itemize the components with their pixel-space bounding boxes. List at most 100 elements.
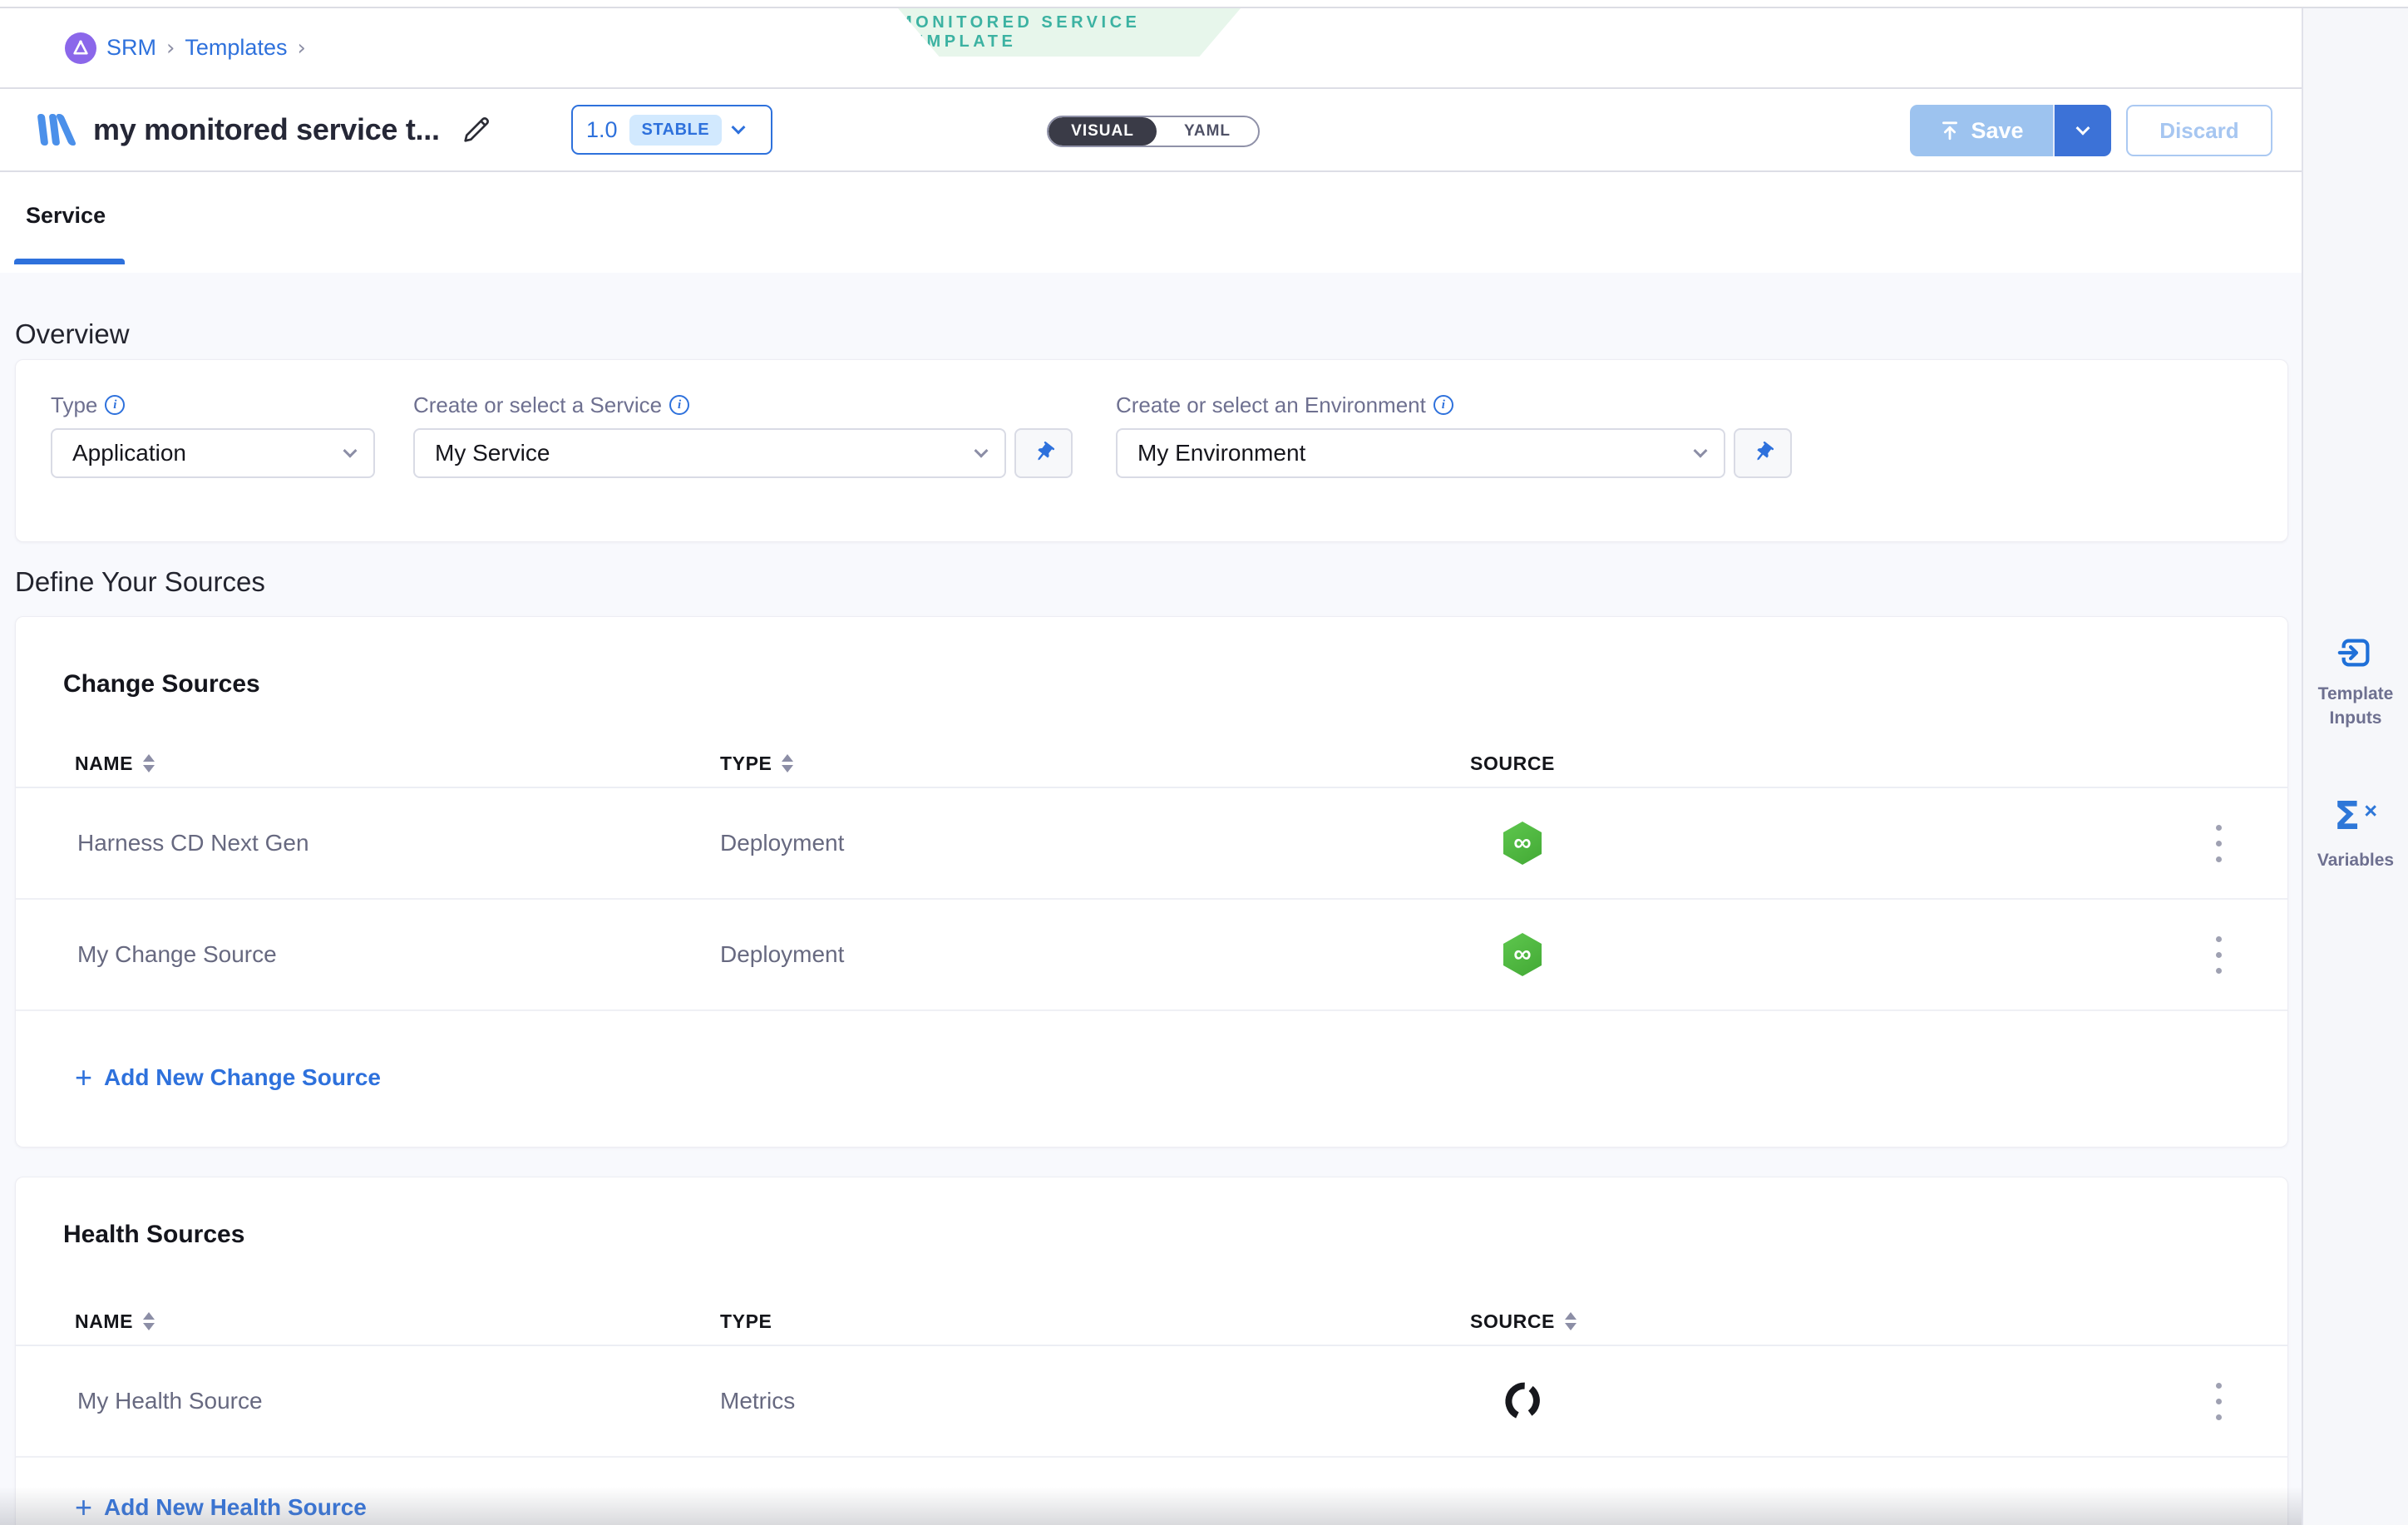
chevron-down-icon [732,121,746,135]
discard-button[interactable]: Discard [2126,105,2272,156]
change-source-row[interactable]: Harness CD Next Gen Deployment ∞ [16,788,2287,900]
chevron-right-icon: › [297,36,305,61]
info-icon[interactable] [105,395,125,415]
save-split-button: Save [1910,105,2111,156]
change-source-type: Deployment [720,941,1470,968]
change-sources-card: Change Sources NAME TYPE SOURCE [15,616,2288,1147]
info-icon[interactable] [1433,395,1453,415]
pin-service-button[interactable] [1014,428,1073,478]
environment-select[interactable]: My Environment [1116,428,1725,478]
appdynamics-icon [1499,1377,1547,1425]
type-select[interactable]: Application [51,428,375,478]
tab-service[interactable]: Service [26,203,106,229]
template-inputs-button[interactable]: Template Inputs [2303,634,2408,730]
sort-icon [782,754,793,772]
health-sources-table-header: NAME TYPE SOURCE [16,1298,2287,1346]
template-editor-page: SRM › Templates › MONITORED SERVICE TEMP… [0,0,2408,1525]
add-change-source-button[interactable]: + Add New Change Source [16,1011,2287,1144]
change-source-name: My Change Source [75,941,720,968]
environment-label-row: Create or select an Environment [1116,392,1792,418]
change-source-row[interactable]: My Change Source Deployment ∞ [16,900,2287,1011]
service-label: Create or select a Service [413,392,662,418]
visual-yaml-toggle: VISUAL YAML [1047,116,1260,147]
chevron-down-icon [1694,444,1708,458]
service-field: Create or select a Service My Service [413,360,1073,478]
badge-label: MONITORED SERVICE TEMPLATE [898,13,1241,52]
variables-icon: Σ × [2332,797,2379,838]
template-inputs-icon [2336,634,2375,672]
template-icon [38,113,78,146]
right-utility-sidebar: Template Inputs Σ × Variables [2302,8,2408,1525]
overview-heading: Overview [15,316,2302,353]
column-header-type: TYPE [720,1310,1470,1333]
type-label: Type [51,392,97,418]
edit-title-button[interactable] [460,113,493,146]
monitored-service-template-badge: MONITORED SERVICE TEMPLATE [898,8,1241,57]
sort-icon [143,1312,155,1330]
change-source-name: Harness CD Next Gen [75,830,720,856]
pencil-icon [461,114,492,146]
sort-icon [1565,1312,1577,1330]
save-label: Save [1971,118,2023,144]
change-sources-table-header: NAME TYPE SOURCE [16,740,2287,788]
add-health-source-button[interactable]: + Add New Health Source [16,1458,2287,1525]
variables-label: Variables [2310,848,2401,872]
service-label-row: Create or select a Service [413,392,1073,418]
chevron-down-icon [975,444,989,458]
service-select[interactable]: My Service [413,428,1006,478]
active-tab-indicator [14,259,125,264]
chevron-right-icon: › [166,36,175,61]
toggle-visual[interactable]: VISUAL [1049,117,1157,146]
column-header-source: SOURCE [1470,753,2183,775]
page-title: my monitored service t... [93,112,440,147]
toggle-yaml[interactable]: YAML [1157,117,1258,146]
version-selector[interactable]: 1.0 STABLE [571,105,772,155]
chevron-down-icon [2076,121,2090,136]
save-options-button[interactable] [2053,105,2111,156]
health-source-name: My Health Source [75,1388,720,1414]
info-icon[interactable] [669,395,689,415]
environment-field: Create or select an Environment My Envir… [1116,360,1792,478]
service-value: My Service [435,440,550,466]
variables-button[interactable]: Σ × Variables [2303,797,2408,872]
save-button[interactable]: Save [1910,105,2053,156]
health-sources-heading: Health Sources [63,1221,2287,1251]
change-source-source: ∞ [1470,822,2183,865]
harness-cd-icon: ∞ [1503,933,1542,976]
sort-icon [143,754,155,772]
column-header-name[interactable]: NAME [75,1310,720,1333]
plus-icon: + [75,1063,92,1093]
health-source-row[interactable]: My Health Source Metrics [16,1346,2287,1458]
column-header-name[interactable]: NAME [75,753,720,775]
breadcrumb-srm-link[interactable]: SRM [106,35,156,61]
type-field: Type Application [51,360,375,478]
srm-logo-glyph [70,37,91,59]
service-tab-content: Overview Type Application [0,273,2302,1525]
column-header-source[interactable]: SOURCE [1470,1310,2183,1333]
health-source-source [1470,1381,2183,1421]
change-source-type: Deployment [720,830,1470,856]
row-menu-button[interactable] [2202,818,2235,868]
type-value: Application [72,440,186,466]
environment-value: My Environment [1137,440,1305,466]
main-column: SRM › Templates › MONITORED SERVICE TEMP… [0,8,2302,1525]
version-number: 1.0 [586,117,618,143]
pin-environment-button[interactable] [1734,428,1792,478]
environment-label: Create or select an Environment [1116,392,1426,418]
health-sources-card: Health Sources NAME TYPE SOURCE [15,1177,2288,1525]
plus-icon: + [75,1493,92,1523]
change-source-source: ∞ [1470,933,2183,976]
breadcrumb-templates-link[interactable]: Templates [185,35,287,61]
row-menu-button[interactable] [2202,930,2235,980]
harness-cd-icon: ∞ [1503,822,1542,865]
column-header-type[interactable]: TYPE [720,753,1470,775]
srm-module-icon[interactable] [65,32,96,64]
header-actions: Save Discard [1910,105,2272,156]
row-menu-button[interactable] [2202,1376,2235,1426]
title-bar: my monitored service t... 1.0 STABLE VIS… [0,89,2302,172]
chevron-down-icon [343,444,358,458]
change-sources-heading: Change Sources [63,670,2287,700]
tab-bar: Service [0,172,2302,264]
health-source-type: Metrics [720,1388,1470,1414]
define-sources-heading: Define Your Sources [15,564,2302,600]
